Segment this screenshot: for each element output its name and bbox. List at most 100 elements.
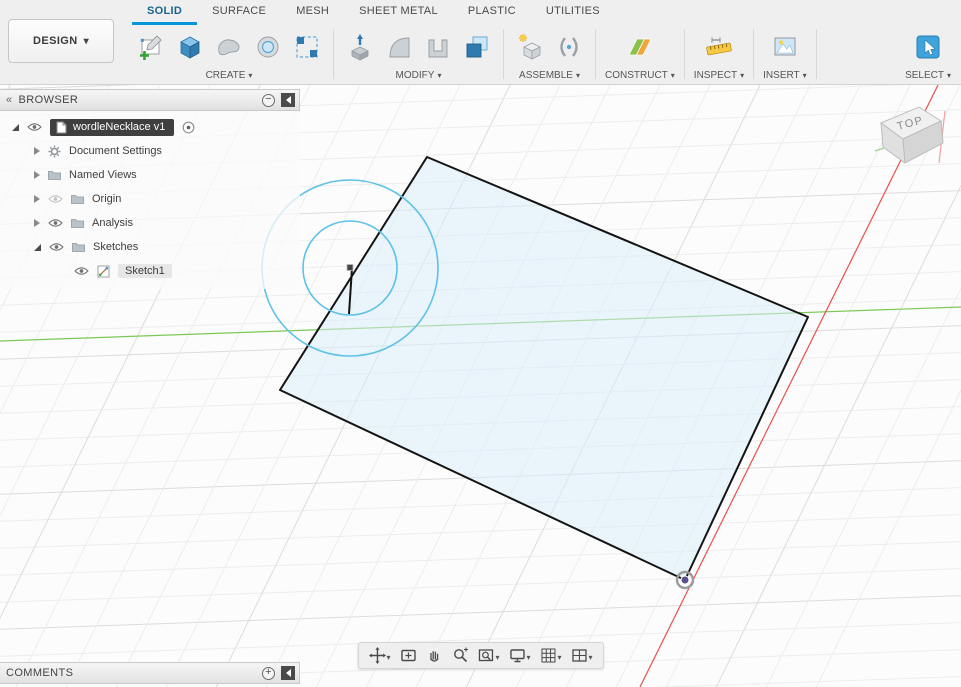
pan-button[interactable] bbox=[422, 645, 445, 666]
select-dropdown[interactable]: SELECT bbox=[905, 70, 951, 81]
chevron-down-icon bbox=[671, 70, 675, 81]
navigation-bar bbox=[357, 642, 604, 669]
comments-expand-button[interactable] bbox=[262, 666, 275, 680]
expand-arrow-icon[interactable] bbox=[34, 195, 40, 203]
divider bbox=[333, 29, 334, 79]
zoom-button[interactable] bbox=[448, 645, 471, 666]
new-component-icon bbox=[519, 34, 541, 60]
expand-arrow-icon[interactable] bbox=[12, 123, 19, 131]
joint-button[interactable] bbox=[552, 29, 586, 65]
gear-icon bbox=[48, 145, 61, 157]
tree-item-analysis[interactable]: Analysis bbox=[0, 211, 300, 235]
folder-icon bbox=[72, 243, 85, 252]
comments-panel: COMMENTS bbox=[0, 662, 300, 684]
collapse-chevrons-icon[interactable] bbox=[6, 94, 13, 106]
new-component-button[interactable] bbox=[513, 29, 547, 65]
chevron-down-icon bbox=[386, 648, 390, 663]
group-label: ASSEMBLE bbox=[519, 70, 573, 81]
tree-item-named-views[interactable]: Named Views bbox=[0, 163, 300, 187]
expand-arrow-icon[interactable] bbox=[34, 219, 40, 227]
sketch-rectangle-profile[interactable] bbox=[279, 156, 809, 581]
tree-item-label: Sketch1 bbox=[118, 264, 172, 278]
fillet-button[interactable] bbox=[382, 29, 416, 65]
press-pull-button[interactable] bbox=[343, 29, 377, 65]
insert-canvas-button[interactable] bbox=[768, 29, 802, 65]
sketch-center-point[interactable] bbox=[346, 264, 354, 271]
group-construct: CONSTRUCT bbox=[599, 25, 681, 85]
view-cube[interactable]: TOP bbox=[873, 97, 953, 177]
orbit-pan-tool-button[interactable] bbox=[365, 645, 393, 666]
tab-solid[interactable]: SOLID bbox=[132, 0, 198, 25]
browser-hide-tab[interactable] bbox=[281, 93, 295, 107]
construct-plane-button[interactable] bbox=[623, 29, 657, 65]
tab-surface[interactable]: SURFACE bbox=[197, 0, 281, 25]
design-workspace-menu[interactable]: DESIGN bbox=[8, 19, 114, 63]
ribbon-toolbar: DESIGN SOLID SURFACE MESH SHEET METAL PL… bbox=[0, 0, 961, 85]
magnifier-icon bbox=[453, 647, 468, 663]
tab-sheet-metal[interactable]: SHEET METAL bbox=[344, 0, 453, 25]
expand-arrow-icon[interactable] bbox=[34, 171, 40, 179]
insert-dropdown[interactable]: INSERT bbox=[763, 70, 807, 81]
sweep-icon bbox=[218, 39, 240, 56]
browser-header[interactable]: BROWSER bbox=[0, 89, 300, 111]
shell-button[interactable] bbox=[421, 29, 455, 65]
measure-icon bbox=[706, 37, 732, 56]
visibility-eye-icon[interactable] bbox=[48, 218, 63, 228]
group-label: CONSTRUCT bbox=[605, 70, 668, 81]
chevron-down-icon bbox=[495, 648, 499, 663]
shell-icon bbox=[428, 39, 448, 58]
visibility-eye-icon[interactable] bbox=[27, 122, 42, 132]
group-label: CREATE bbox=[205, 70, 246, 81]
tree-item-root-component[interactable]: wordleNecklace v1 bbox=[0, 115, 300, 139]
visibility-eye-hidden-icon[interactable] bbox=[48, 194, 63, 204]
tree-item-sketch1[interactable]: Sketch1 bbox=[0, 259, 300, 283]
arrow-left-icon bbox=[285, 669, 291, 677]
viewport-canvas[interactable]: TOP ▾ ▾ ▾ ▾ ▾ « BROWSER − wordleNecklace… bbox=[0, 85, 961, 687]
viewports-button[interactable] bbox=[568, 645, 596, 666]
construct-dropdown[interactable]: CONSTRUCT bbox=[605, 70, 675, 81]
select-button[interactable] bbox=[911, 29, 945, 65]
grid-snaps-button[interactable] bbox=[537, 645, 565, 666]
group-label: MODIFY bbox=[395, 70, 435, 81]
expand-arrow-icon[interactable] bbox=[34, 147, 40, 155]
tree-item-sketches[interactable]: Sketches bbox=[0, 235, 300, 259]
expand-arrow-icon[interactable] bbox=[34, 243, 41, 251]
visibility-eye-icon[interactable] bbox=[74, 266, 89, 276]
group-create: CREATE bbox=[128, 25, 330, 85]
extrude-button[interactable] bbox=[173, 29, 207, 65]
divider bbox=[815, 29, 817, 79]
divider bbox=[753, 29, 755, 79]
image-icon bbox=[774, 37, 796, 56]
pattern-button[interactable] bbox=[290, 29, 324, 65]
tree-item-document-settings[interactable]: Document Settings bbox=[0, 139, 300, 163]
measure-button[interactable] bbox=[702, 29, 736, 65]
folder-icon bbox=[48, 171, 61, 180]
tab-plastic[interactable]: PLASTIC bbox=[453, 0, 531, 25]
modify-dropdown[interactable]: MODIFY bbox=[396, 70, 442, 81]
sweep-button[interactable] bbox=[212, 29, 246, 65]
tree-item-origin[interactable]: Origin bbox=[0, 187, 300, 211]
display-settings-button[interactable] bbox=[505, 645, 533, 666]
inspect-dropdown[interactable]: INSPECT bbox=[694, 70, 744, 81]
create-sketch-button[interactable] bbox=[134, 29, 168, 65]
sketch-icon bbox=[97, 265, 110, 277]
tab-mesh[interactable]: MESH bbox=[281, 0, 344, 25]
comments-header[interactable]: COMMENTS bbox=[0, 662, 300, 684]
visibility-eye-icon[interactable] bbox=[49, 242, 64, 252]
revolve-button[interactable] bbox=[251, 29, 285, 65]
zoom-window-icon bbox=[478, 649, 493, 662]
group-label: INSPECT bbox=[693, 70, 738, 81]
create-dropdown[interactable]: CREATE bbox=[206, 70, 253, 81]
browser-collapse-button[interactable] bbox=[262, 93, 275, 107]
origin-selected-point[interactable] bbox=[680, 575, 690, 585]
fit-view-button[interactable] bbox=[396, 645, 419, 666]
zoom-window-button[interactable] bbox=[474, 645, 502, 666]
comments-hide-tab[interactable] bbox=[281, 666, 295, 680]
combine-button[interactable] bbox=[460, 29, 494, 65]
chevron-down-icon bbox=[248, 70, 252, 81]
assemble-dropdown[interactable]: ASSEMBLE bbox=[519, 70, 580, 81]
fit-icon bbox=[400, 649, 416, 662]
tab-utilities[interactable]: UTILITIES bbox=[531, 0, 615, 25]
active-component-pill[interactable]: wordleNecklace v1 bbox=[50, 118, 175, 136]
activate-component-radio-icon[interactable] bbox=[182, 121, 195, 134]
